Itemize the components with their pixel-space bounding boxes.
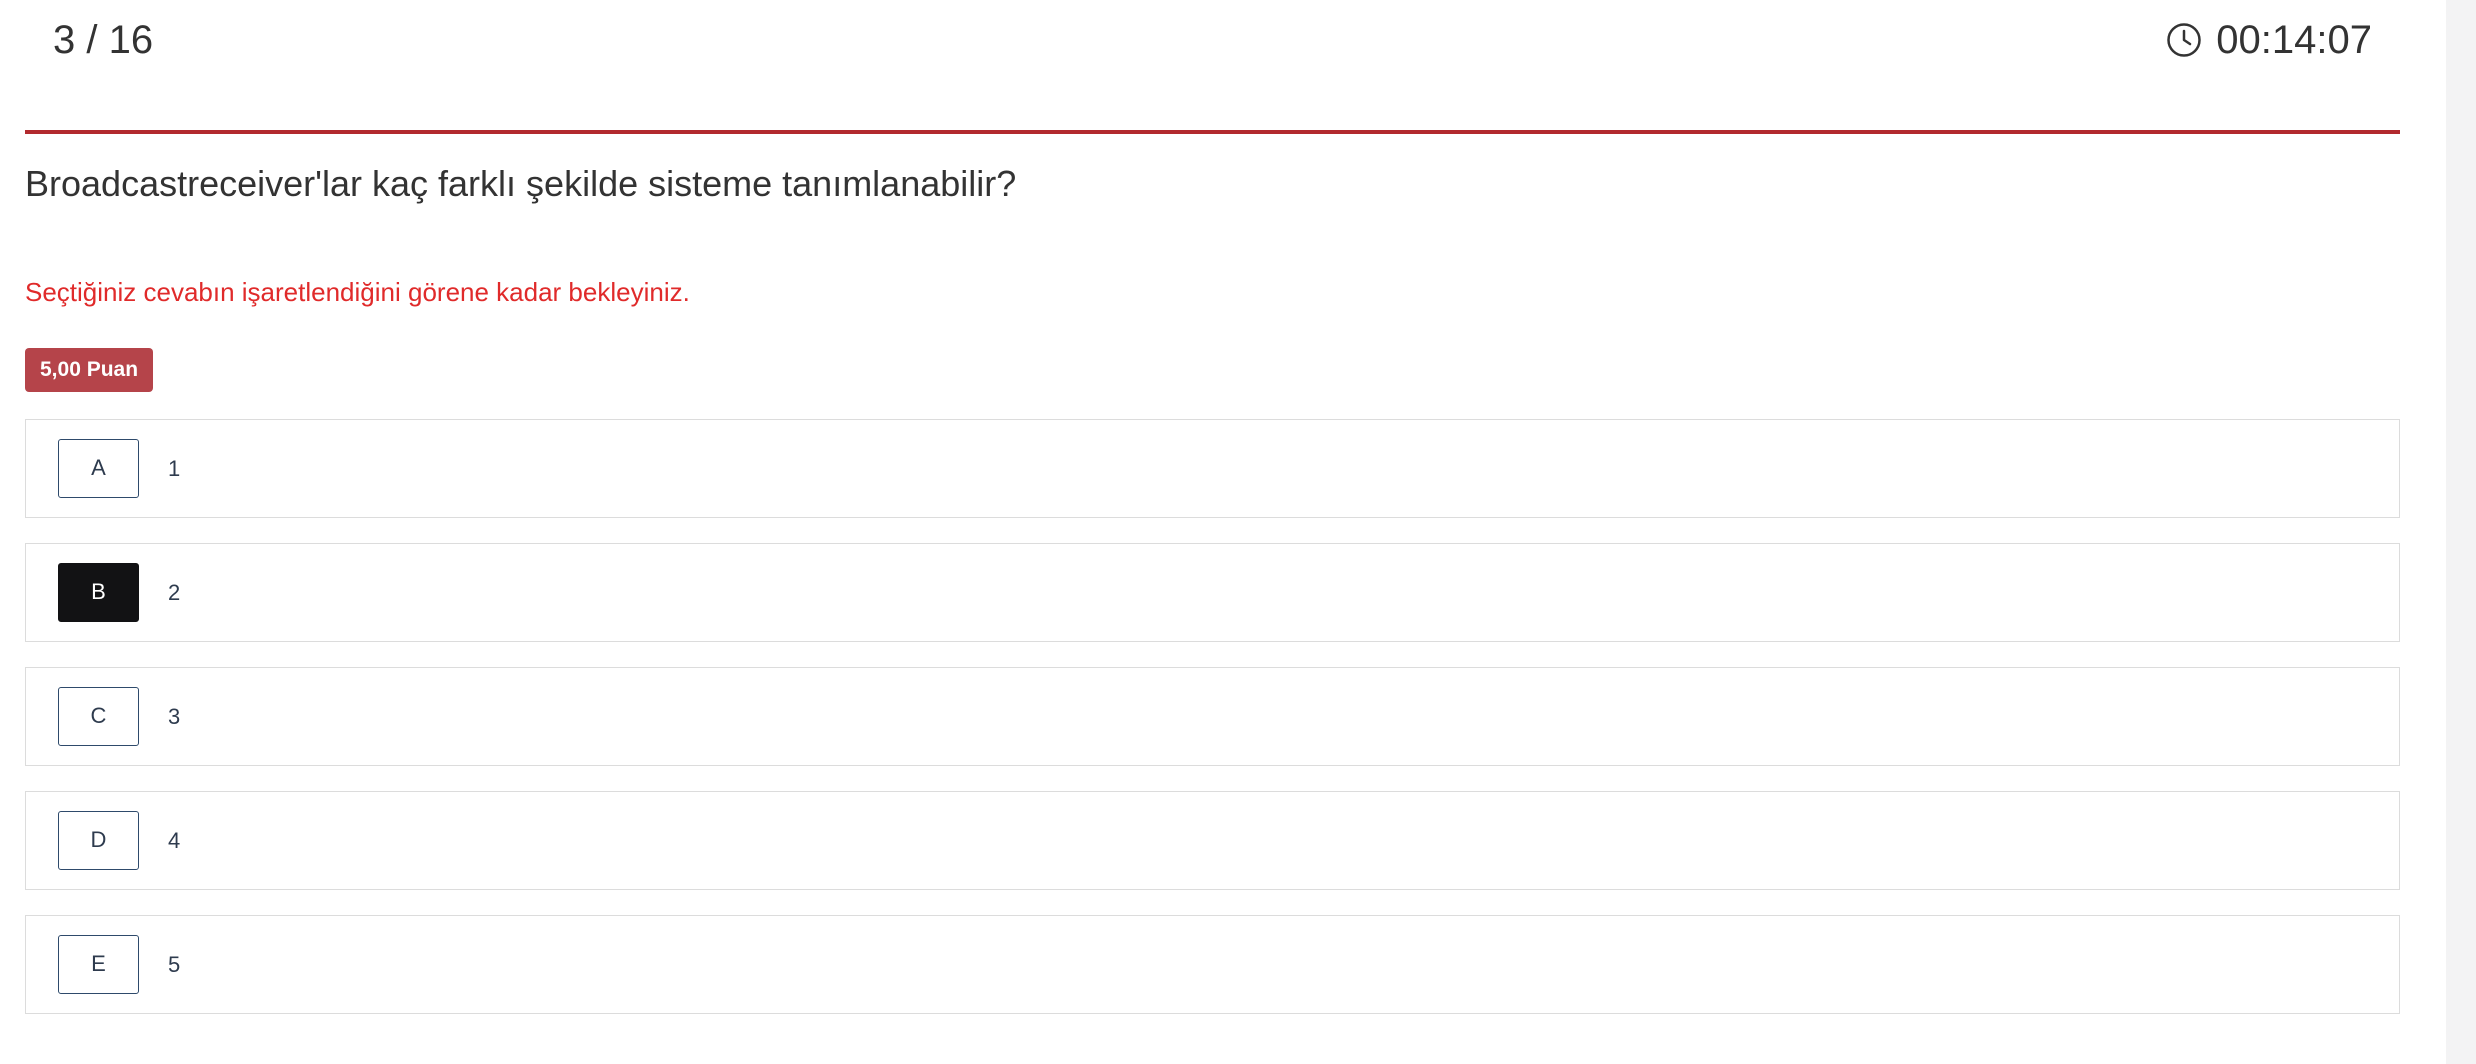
points-badge: 5,00 Puan xyxy=(25,348,154,392)
scrollbar-track[interactable] xyxy=(2446,0,2476,1064)
question-counter: 3 / 16 xyxy=(53,18,154,62)
option-text: 5 xyxy=(168,952,181,977)
clock-icon xyxy=(2167,23,2202,57)
wait-notice: Seçtiğiniz cevabın işaretlendiğini gören… xyxy=(25,277,690,307)
option-text: 1 xyxy=(168,456,181,481)
answer-option-b[interactable]: B 2 xyxy=(25,543,2400,642)
answer-option-d[interactable]: D 4 xyxy=(25,791,2400,890)
countdown-timer: 00:14:07 xyxy=(2166,16,2372,64)
option-text: 3 xyxy=(168,704,181,729)
option-letter-box[interactable]: B xyxy=(58,563,139,622)
answer-options: A 1 B 2 C 3 D 4 E 5 xyxy=(25,419,2400,1039)
option-letter-box[interactable]: D xyxy=(58,811,139,870)
exam-page: 3 / 16 00:14:07 Broadcastreceiver'lar ka… xyxy=(0,0,2446,1064)
answer-option-e[interactable]: E 5 xyxy=(25,915,2400,1014)
timer-text: 00:14:07 xyxy=(2216,18,2372,62)
option-text: 2 xyxy=(168,580,181,605)
header-divider xyxy=(25,130,2400,134)
option-letter-box[interactable]: E xyxy=(58,935,139,994)
answer-option-c[interactable]: C 3 xyxy=(25,667,2400,766)
question-text: Broadcastreceiver'lar kaç farklı şekilde… xyxy=(25,163,1017,204)
option-letter-box[interactable]: C xyxy=(58,687,139,746)
answer-option-a[interactable]: A 1 xyxy=(25,419,2400,518)
option-text: 4 xyxy=(168,828,181,853)
option-letter-box[interactable]: A xyxy=(58,439,139,498)
exam-header: 3 / 16 00:14:07 xyxy=(0,0,2400,80)
